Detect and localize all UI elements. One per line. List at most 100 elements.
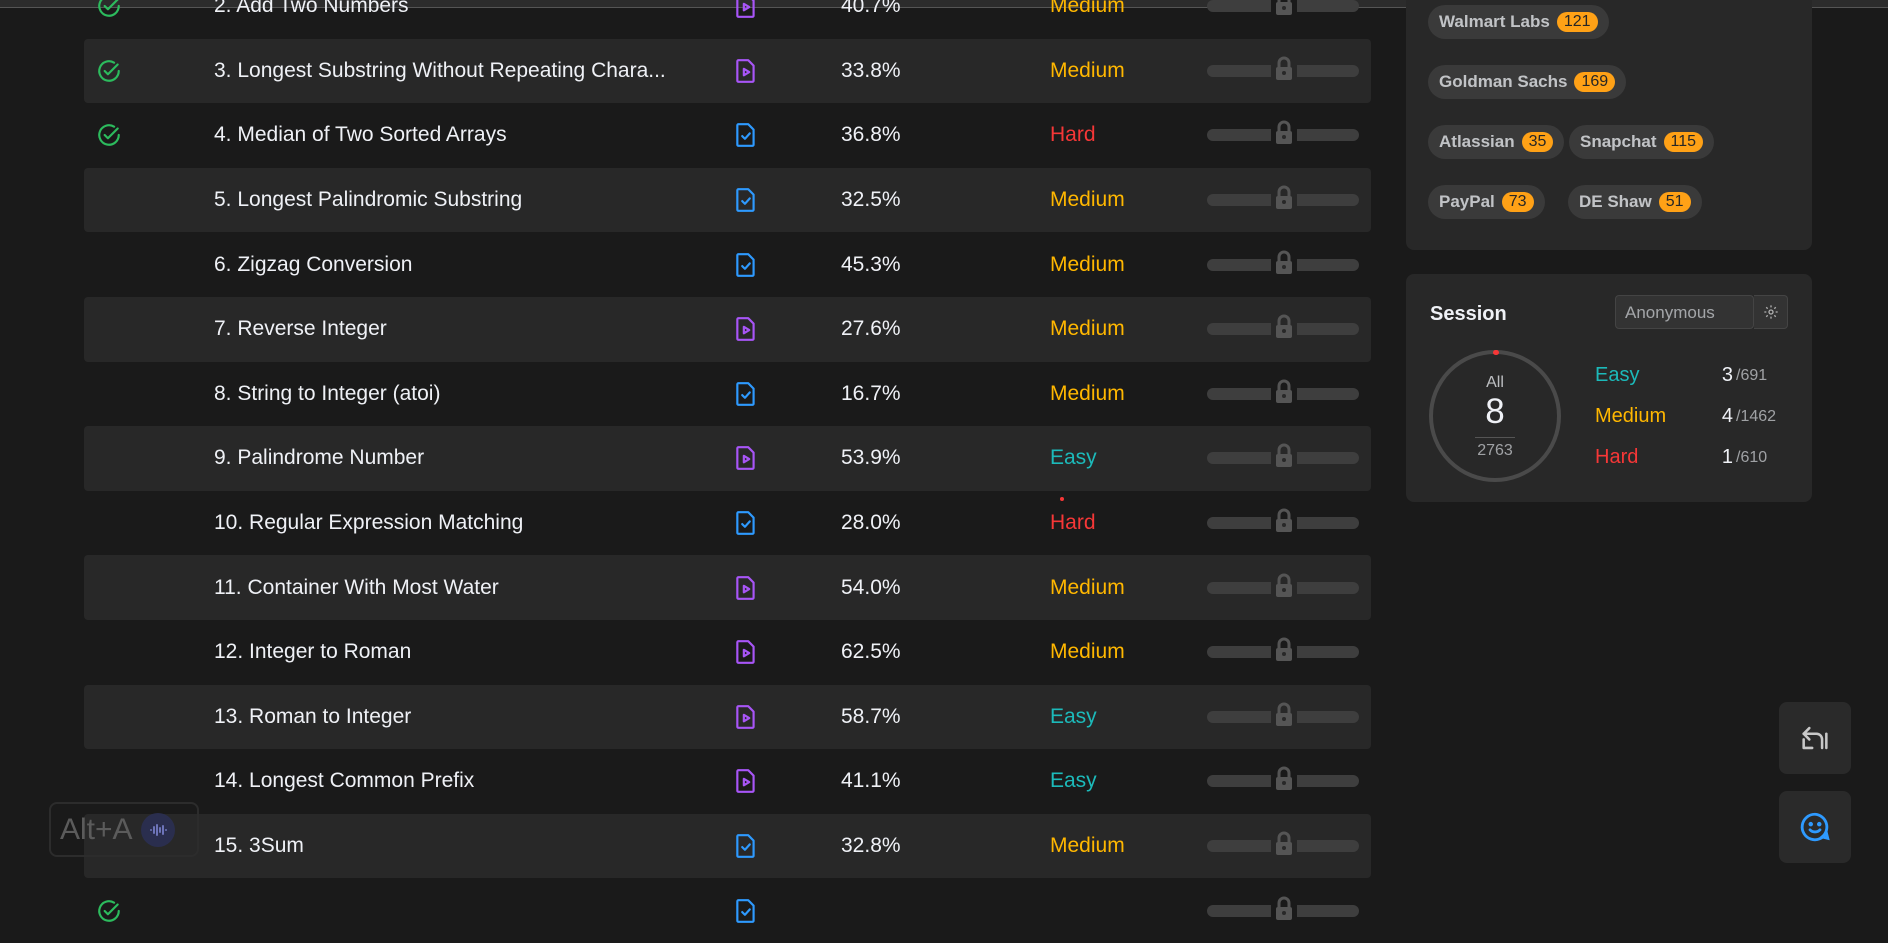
table-row[interactable]: 9. Palindrome Number 53.9% Easy <box>84 426 1371 491</box>
solution-link[interactable] <box>709 768 780 794</box>
table-row[interactable]: 6. Zigzag Conversion 45.3% Medium <box>84 232 1371 297</box>
table-row[interactable]: 5. Longest Palindromic Substring 32.5% Med… <box>84 167 1371 233</box>
company-name: PayPal <box>1439 192 1495 211</box>
frequency-bar[interactable] <box>1207 54 1359 83</box>
solution-link[interactable] <box>709 0 780 19</box>
table-row[interactable]: 10. Regular Expression Matching 28.0% Hard <box>84 491 1371 556</box>
switch-layout-button[interactable] <box>1779 702 1851 774</box>
table-row[interactable]: 13. Roman to Integer 58.7% Easy <box>84 684 1371 750</box>
problem-title-link[interactable]: 14. Longest Common Prefix <box>214 769 708 793</box>
voice-shortcut-hint[interactable]: Alt+A <box>49 802 199 857</box>
solution-link[interactable] <box>709 639 780 665</box>
gear-icon <box>1763 305 1778 319</box>
frequency-bar[interactable] <box>1207 0 1359 19</box>
article-solution-icon <box>736 834 755 858</box>
solution-link[interactable] <box>709 833 780 859</box>
frequency-bar[interactable] <box>1207 571 1359 600</box>
solution-link[interactable] <box>709 510 780 536</box>
acceptance-rate: 16.7% <box>841 381 901 405</box>
problem-title-link[interactable]: 2. Add Two Numbers <box>214 0 708 18</box>
article-solution-icon <box>736 898 755 923</box>
frequency-bar[interactable] <box>1207 313 1359 342</box>
table-row[interactable]: 2. Add Two Numbers 40.7% Medium <box>84 0 1371 39</box>
frequency-bar[interactable] <box>1207 894 1359 923</box>
article-solution-icon <box>736 252 755 277</box>
status-cell <box>84 898 214 924</box>
problem-title-link[interactable]: 7. Reverse Integer <box>214 317 708 341</box>
frequency-bar[interactable] <box>1207 119 1359 148</box>
frequency-bar[interactable] <box>1207 507 1359 536</box>
problem-title-link[interactable]: 12. Integer to Roman <box>214 640 708 664</box>
stat-label: Medium <box>1595 405 1667 427</box>
lock-icon <box>1271 377 1297 406</box>
frequency-bar[interactable] <box>1207 248 1359 277</box>
smiley-chat-icon <box>1800 812 1830 842</box>
table-row[interactable]: 8. String to Integer (atoi) 16.7% Medium <box>84 362 1371 427</box>
solution-link[interactable] <box>709 58 780 84</box>
table-row[interactable]: 15. 3Sum 32.8% Medium <box>84 813 1371 879</box>
problem-title-link[interactable]: 10. Regular Expression Matching <box>214 511 708 535</box>
difficulty-label: Medium <box>1050 252 1125 276</box>
frequency-bar[interactable] <box>1207 765 1359 794</box>
frequency-bar[interactable] <box>1207 377 1359 406</box>
problem-title-link[interactable]: 8. String to Integer (atoi) <box>214 382 708 406</box>
progress-ring-marker <box>1493 350 1499 355</box>
solution-link[interactable] <box>709 445 780 471</box>
problem-title-link[interactable]: 15. 3Sum <box>214 834 708 858</box>
session-select[interactable]: Anonymous <box>1615 295 1754 329</box>
solution-link[interactable] <box>709 187 780 213</box>
stat-total: /610 <box>1736 449 1768 466</box>
stat-total: /691 <box>1736 367 1768 384</box>
acceptance-rate: 58.7% <box>841 704 901 728</box>
company-tag-walmart-labs[interactable]: Walmart Labs 121 <box>1428 5 1609 39</box>
frequency-bar[interactable] <box>1207 830 1359 859</box>
table-row[interactable]: 4. Median of Two Sorted Arrays 36.8% Hard <box>84 103 1371 168</box>
ring-label: All <box>1486 374 1504 391</box>
company-tag-de-shaw[interactable]: DE Shaw 51 <box>1568 185 1702 219</box>
table-row[interactable]: 3. Longest Substring Without Repeating C… <box>84 38 1371 104</box>
company-name: Goldman Sachs <box>1439 72 1568 91</box>
frequency-bar[interactable] <box>1207 442 1359 471</box>
company-tag-paypal[interactable]: PayPal 73 <box>1428 185 1545 219</box>
problem-title-link[interactable]: 6. Zigzag Conversion <box>214 253 708 277</box>
stat-value: 3 <box>1721 364 1733 386</box>
company-name: Atlassian <box>1439 132 1515 151</box>
company-tag-goldman-sachs[interactable]: Goldman Sachs 169 <box>1428 65 1627 99</box>
table-row[interactable]: 7. Reverse Integer 27.6% Medium <box>84 296 1371 362</box>
solution-link[interactable] <box>709 316 780 342</box>
problem-title-link[interactable]: 9. Palindrome Number <box>214 446 708 470</box>
stat-medium: Medium 4 /1462 <box>1595 405 1785 433</box>
lock-icon <box>1271 54 1297 83</box>
feedback-button[interactable] <box>1779 791 1851 863</box>
solution-link[interactable] <box>709 252 780 278</box>
table-row[interactable] <box>84 878 1371 943</box>
acceptance-rate: 41.1% <box>841 769 901 793</box>
lock-icon <box>1271 571 1297 600</box>
table-row[interactable]: 14. Longest Common Prefix 41.1% Easy <box>84 749 1371 814</box>
lock-icon <box>1271 442 1297 471</box>
solution-link[interactable] <box>709 704 780 730</box>
solution-link[interactable] <box>709 898 780 924</box>
problem-title-link[interactable]: 11. Container With Most Water <box>214 576 708 600</box>
session-settings-button[interactable] <box>1754 295 1788 329</box>
lock-icon <box>1271 636 1297 665</box>
acceptance-rate: 32.8% <box>841 834 901 858</box>
problem-title-link[interactable]: 5. Longest Palindromic Substring <box>214 188 708 212</box>
table-row[interactable]: 11. Container With Most Water 54.0% Medium <box>84 555 1371 620</box>
problem-title-link[interactable]: 3. Longest Substring Without Repeating C… <box>214 59 708 83</box>
frequency-bar[interactable] <box>1207 700 1359 729</box>
table-row[interactable]: 12. Integer to Roman 62.5% Medium <box>84 620 1371 685</box>
article-solution-icon <box>736 511 755 535</box>
solution-link[interactable] <box>709 381 780 407</box>
problem-title-link[interactable]: 13. Roman to Integer <box>214 705 708 729</box>
company-tag-snapchat[interactable]: Snapchat 115 <box>1569 125 1715 159</box>
lock-icon <box>1271 507 1297 536</box>
company-tag-atlassian[interactable]: Atlassian 35 <box>1428 125 1565 159</box>
problem-title-link[interactable]: 4. Median of Two Sorted Arrays <box>214 123 708 147</box>
frequency-bar[interactable] <box>1207 636 1359 665</box>
stat-value: 4 <box>1721 405 1733 427</box>
video-solution-icon <box>736 640 755 665</box>
solution-link[interactable] <box>709 122 780 148</box>
frequency-bar[interactable] <box>1207 184 1359 213</box>
solution-link[interactable] <box>709 575 780 601</box>
